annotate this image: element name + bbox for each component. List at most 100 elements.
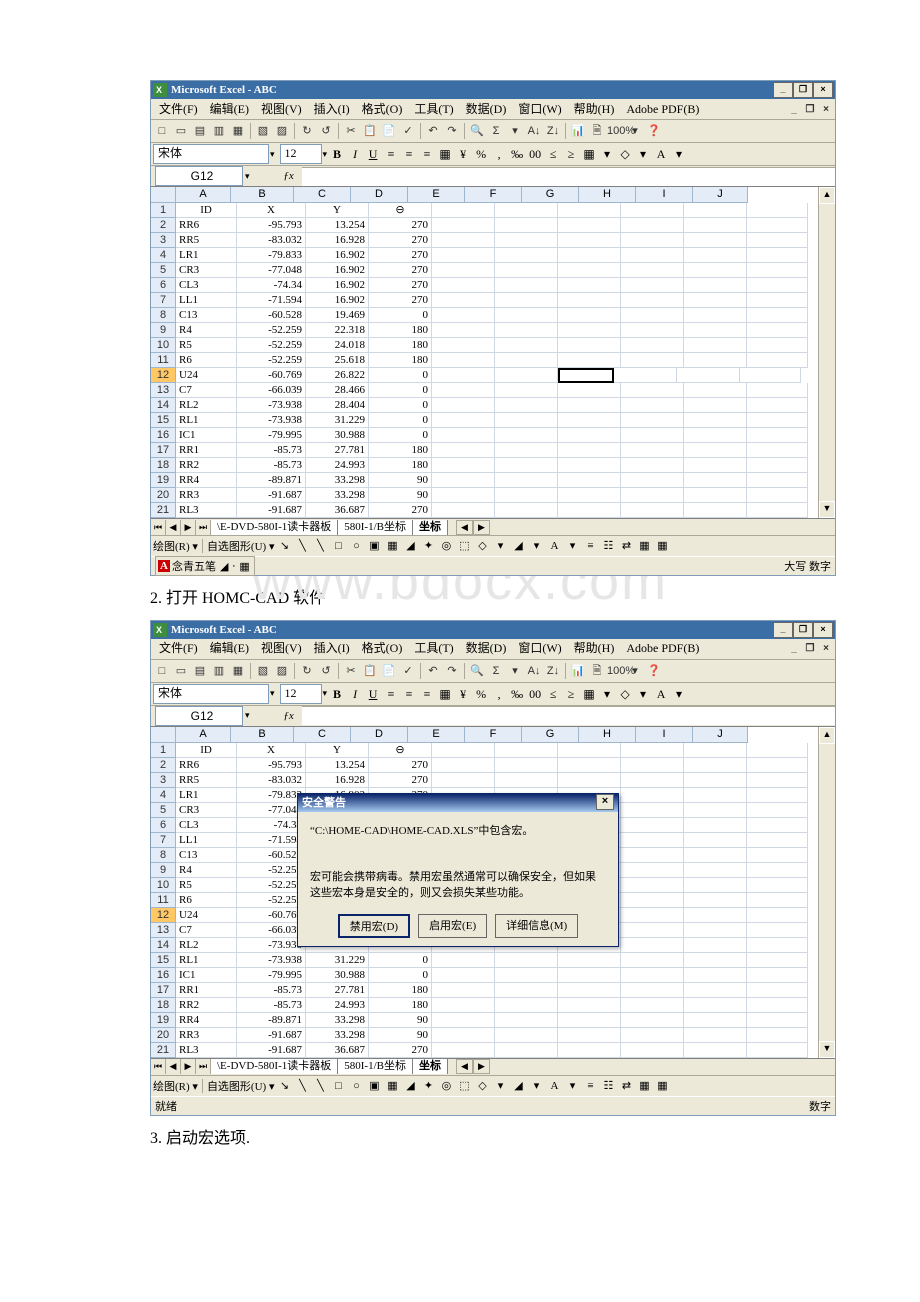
cell[interactable]: X (237, 743, 306, 758)
cell[interactable] (684, 1013, 747, 1028)
cell[interactable] (432, 488, 495, 503)
cell[interactable]: -74.34 (237, 818, 306, 833)
format-icon[interactable]: % (472, 685, 490, 703)
cell[interactable] (621, 308, 684, 323)
cell[interactable] (621, 923, 684, 938)
cell[interactable] (621, 878, 684, 893)
cell[interactable] (621, 968, 684, 983)
cell[interactable]: 0 (369, 413, 432, 428)
cell[interactable]: -52.259 (237, 893, 306, 908)
toolbar-icon[interactable]: 📄 (380, 122, 398, 140)
cell[interactable] (621, 263, 684, 278)
cell[interactable] (495, 503, 558, 518)
sheet-tab[interactable]: 坐标 (413, 1059, 448, 1074)
security-warning-dialog[interactable]: 安全警告 × “C:\HOME-CAD\HOME-CAD.XLS”中包含宏。 宏… (297, 793, 619, 947)
cell[interactable]: 270 (369, 293, 432, 308)
menu-item[interactable]: 视图(V) (255, 99, 308, 120)
cell[interactable] (432, 338, 495, 353)
draw-icon[interactable]: ◢ (510, 538, 526, 554)
cell[interactable]: 16.928 (306, 773, 369, 788)
toolbar-icon[interactable]: 100% (607, 662, 625, 680)
tab-nav[interactable]: ⏮ (151, 520, 166, 535)
cell[interactable]: 0 (369, 368, 432, 383)
column-header[interactable]: D (351, 727, 408, 743)
cell[interactable]: RR4 (176, 473, 237, 488)
toolbar-icon[interactable]: ▭ (172, 122, 190, 140)
cell[interactable] (495, 323, 558, 338)
cell[interactable] (495, 458, 558, 473)
format-icon[interactable]: ≥ (562, 685, 580, 703)
toolbar-icon[interactable]: ▾ (506, 122, 524, 140)
cell[interactable]: 30.988 (306, 428, 369, 443)
toolbar-icon[interactable]: 🔍 (468, 662, 486, 680)
cell[interactable]: CL3 (176, 818, 237, 833)
font-size-select[interactable]: 12 (280, 684, 322, 704)
draw-icon[interactable]: ▾ (492, 1078, 508, 1094)
cell[interactable] (495, 203, 558, 218)
cell[interactable] (495, 353, 558, 368)
cell[interactable] (558, 323, 621, 338)
cell[interactable]: RR5 (176, 773, 237, 788)
cell[interactable] (621, 233, 684, 248)
draw-icon[interactable]: ▦ (636, 538, 652, 554)
column-header[interactable]: G (522, 187, 579, 203)
cell[interactable] (684, 758, 747, 773)
toolbar-icon[interactable]: ▨ (273, 662, 291, 680)
cell[interactable]: -79.995 (237, 968, 306, 983)
toolbar-icon[interactable]: ▾ (506, 662, 524, 680)
cell[interactable]: 13.254 (306, 218, 369, 233)
cell[interactable]: CR3 (176, 263, 237, 278)
cell[interactable]: IC1 (176, 428, 237, 443)
toolbar-icon[interactable]: ▧ (254, 662, 272, 680)
column-header[interactable]: B (231, 727, 294, 743)
format-icon[interactable]: ‰ (508, 145, 526, 163)
cell[interactable] (432, 983, 495, 998)
cell[interactable] (684, 383, 747, 398)
format-icon[interactable]: ‰ (508, 685, 526, 703)
standard-toolbar[interactable]: □▭▤▥▦▧▨↻↺✂📋📄✓↶↷🔍Σ▾A↓Z↓📊🗎100%▾❓ (151, 660, 835, 683)
toolbar-icon[interactable]: ▤ (191, 662, 209, 680)
toolbar-icon[interactable]: 📋 (361, 122, 379, 140)
cell[interactable] (747, 398, 808, 413)
cell[interactable] (747, 473, 808, 488)
doc-minimize[interactable]: _ (787, 104, 801, 115)
format-icon[interactable]: A (652, 685, 670, 703)
cell[interactable]: RR6 (176, 758, 237, 773)
cell[interactable] (495, 308, 558, 323)
cell[interactable]: 16.928 (306, 233, 369, 248)
fx-icon[interactable]: ƒx (280, 707, 298, 725)
cell[interactable] (558, 983, 621, 998)
format-icon[interactable]: ▾ (634, 685, 652, 703)
cell[interactable]: -91.687 (237, 503, 306, 518)
tab-nav[interactable]: ⏭ (196, 520, 211, 535)
cell[interactable] (432, 398, 495, 413)
cell[interactable]: RR3 (176, 488, 237, 503)
cell[interactable] (747, 848, 808, 863)
toolbar-icon[interactable]: ▦ (229, 122, 247, 140)
cell[interactable]: RR3 (176, 1028, 237, 1043)
cell[interactable] (432, 443, 495, 458)
cell[interactable] (558, 218, 621, 233)
menu-item[interactable]: 文件(F) (153, 99, 204, 120)
toolbar-icon[interactable]: ❓ (645, 662, 663, 680)
cell[interactable]: 0 (369, 308, 432, 323)
menu-item[interactable]: 帮助(H) (568, 638, 621, 659)
format-icon[interactable]: ≡ (400, 145, 418, 163)
cell[interactable]: 26.822 (306, 368, 369, 383)
format-icon[interactable]: I (346, 145, 364, 163)
cell[interactable] (558, 503, 621, 518)
toolbar-icon[interactable]: 📊 (569, 122, 587, 140)
cell[interactable] (558, 308, 621, 323)
cell[interactable]: U24 (176, 908, 237, 923)
cell[interactable] (684, 203, 747, 218)
cell[interactable] (621, 773, 684, 788)
cell[interactable] (621, 323, 684, 338)
font-name-select[interactable]: 宋体 (153, 684, 269, 704)
cell[interactable] (432, 473, 495, 488)
close-button[interactable]: × (813, 82, 833, 98)
cell[interactable]: -60.769 (237, 908, 306, 923)
cell[interactable] (558, 413, 621, 428)
fx-icon[interactable]: ƒx (280, 167, 298, 185)
cell[interactable] (684, 413, 747, 428)
cell[interactable]: Y (306, 743, 369, 758)
